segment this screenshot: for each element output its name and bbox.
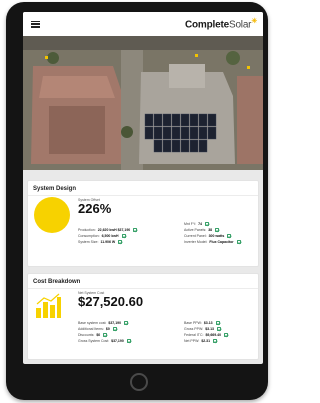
edit-check-icon[interactable] (124, 321, 129, 325)
system-design-card: System Design System Offset 226% Product… (27, 180, 259, 267)
row-value: 74 (198, 222, 202, 226)
row-value: 300 watts (208, 234, 225, 238)
top-bar: CompleteSolar✳ (23, 12, 263, 36)
edit-check-icon[interactable] (103, 333, 108, 337)
system-offset-block: System Offset 226% (78, 198, 111, 215)
row-key: Inverter Model: (184, 240, 208, 244)
row-key: Production: (78, 228, 96, 232)
list-item: Gross System Cost: $37,190 (78, 338, 131, 344)
row-key: Additional Items: (78, 327, 104, 331)
row-value: $9,669.40 (205, 333, 222, 337)
row-value: $3.13 (205, 327, 214, 331)
system-design-title: System Design (28, 181, 258, 196)
cost-breakdown-card: Cost Breakdown Net System Cost $27,520.6… (27, 273, 259, 360)
edit-check-icon[interactable] (121, 234, 126, 238)
row-value: $37,190 (111, 339, 124, 343)
row-value: $2.31 (201, 339, 211, 343)
row-value: 11.906 W (100, 240, 116, 244)
brand-name-bold: Complete (185, 19, 229, 31)
cost-left-list: Base system cost: $37,190 Additional Item… (78, 320, 131, 344)
row-key: System Size: (78, 240, 99, 244)
row-key: Current Panel: (184, 234, 207, 238)
net-cost-value: $27,520.60 (78, 294, 144, 309)
row-key: Gross System Cost: (78, 339, 110, 343)
net-cost-block: Net System Cost $27,520.60 (78, 291, 143, 309)
edit-check-icon[interactable] (215, 228, 220, 232)
aerial-roof-map[interactable] (23, 36, 263, 170)
brand-logo: CompleteSolar✳ (185, 17, 257, 30)
row-value: $3.13 (203, 321, 213, 325)
row-key: Discounts: (78, 333, 95, 337)
tablet-screen: CompleteSolar✳ System Design System Offs… (23, 12, 263, 364)
edit-check-icon[interactable] (204, 222, 209, 226)
edit-check-icon[interactable] (126, 339, 131, 343)
edit-check-icon[interactable] (133, 228, 138, 232)
system-design-right-list: Mnt FY: 74 Active Panels: 38 Current Panel… (184, 221, 241, 245)
row-key: Gross PPW: (184, 327, 204, 331)
row-value: 22,620 kwH $37,190 (97, 228, 131, 232)
edit-check-icon[interactable] (112, 327, 117, 331)
bar-chart-icon (36, 293, 61, 318)
row-key: Base system cost: (78, 321, 107, 325)
aerial-image (23, 36, 263, 170)
list-item: Inverter Model: Flux Capacitor (184, 239, 241, 245)
row-value: $37,190 (108, 321, 122, 325)
edit-check-icon[interactable] (216, 327, 221, 331)
row-value: $0 (96, 333, 101, 337)
edit-check-icon[interactable] (118, 240, 123, 244)
cost-right-list: Base PPW: $3.13 Gross PPW: $3.13 Federal I… (184, 320, 229, 344)
sun-logo-icon: ✳ (251, 18, 257, 26)
system-offset-value: 226% (78, 201, 112, 216)
row-key: Net PPW: (184, 339, 200, 343)
edit-check-icon[interactable] (215, 321, 220, 325)
edit-check-icon[interactable] (227, 234, 232, 238)
row-value: 38 (208, 228, 213, 232)
row-key: Consumption: (78, 234, 100, 238)
list-item: Net PPW: $2.31 (184, 338, 228, 344)
edit-check-icon[interactable] (213, 339, 218, 343)
hamburger-menu-icon[interactable] (31, 20, 40, 28)
row-key: Federal ITC: (184, 333, 204, 337)
cost-breakdown-title: Cost Breakdown (28, 274, 258, 289)
row-key: Base PPW: (184, 321, 202, 325)
brand-name-light: Solar (228, 19, 252, 31)
system-offset-pie-icon (34, 197, 70, 233)
row-value: 6,500 kwH (101, 234, 119, 238)
home-button[interactable] (130, 373, 148, 391)
tablet-frame: CompleteSolar✳ System Design System Offs… (6, 2, 268, 400)
edit-check-icon[interactable] (236, 240, 241, 244)
row-value: $0 (105, 327, 110, 331)
row-key: Active Panels: (184, 228, 207, 232)
row-value: Flux Capacitor (209, 240, 234, 244)
row-key: Mnt FY: (184, 222, 197, 226)
system-design-left-list: Production: 22,620 kwH $37,190 Consumptio… (78, 227, 138, 245)
list-item: System Size: 11.906 W (78, 239, 137, 245)
edit-check-icon[interactable] (224, 333, 229, 337)
